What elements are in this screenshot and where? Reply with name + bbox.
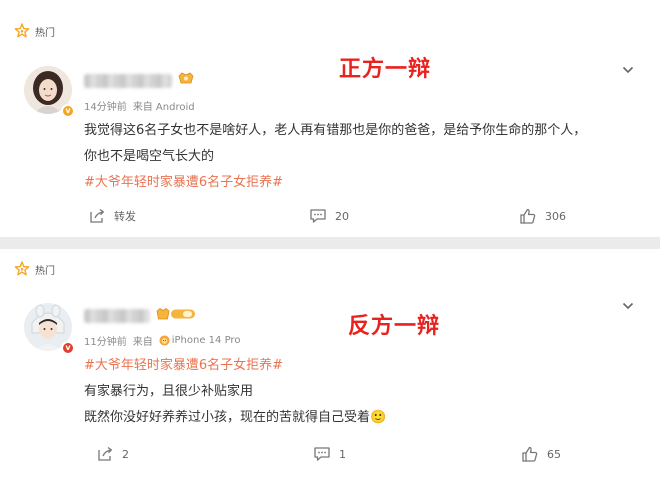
hot-label: 热门 [35,27,55,39]
comment-count: 1 [339,447,346,461]
share-icon [90,208,105,223]
verified-badge-icon: v [61,104,75,118]
thumbs-up-icon [520,208,536,224]
vip-level-badge-icon [156,307,196,321]
like-button[interactable]: 306 [519,207,566,225]
hot-label: 热门 [35,265,55,277]
hot-label-row: 热门 [14,23,55,39]
post-time: 14分钟前 [84,102,127,113]
comment-count: 20 [335,209,349,223]
comment-text-line: 我觉得这6名子女也不是啥好人，老人再有错那也是你的爸爸，是给予你生命的那个人， [84,123,587,138]
annotation-label: 正方一辩 [339,57,432,82]
comment-card: 热门 v 11分钟前 来自 iPhone 14 Pro 反方一辩 #大爷年轻时家… [0,249,660,481]
verified-badge-icon: v [61,341,75,355]
post-meta: 11分钟前 来自 iPhone 14 Pro [84,333,240,348]
action-bar: 2 1 65 [0,445,660,465]
post-meta: 14分钟前 来自 Android [84,98,195,113]
comment-text-line: 你也不是喝空气长大的 [84,149,215,164]
share-label: 转发 [114,210,136,223]
share-count: 2 [122,447,129,461]
share-button[interactable]: 转发 [88,207,136,225]
comment-text-line: 既然你没好好养养过小孩，现在的苦就得自己受着🙂 [84,410,387,425]
chevron-down-icon[interactable] [622,64,634,76]
post-device: iPhone 14 Pro [171,335,241,346]
hot-label-row: 热门 [14,261,55,277]
comment-feed: 热门 v 14分钟前 来自 Android 正方一辩 我觉得这6名子女也不是啥好… [0,0,660,481]
lion-face-icon [159,335,170,346]
comment-card: 热门 v 14分钟前 来自 Android 正方一辩 我觉得这6名子女也不是啥好… [0,0,660,237]
comment-text-line: 有家暴行为，且很少补贴家用 [84,384,254,399]
thumb-star-icon [14,23,30,39]
thumb-star-icon [14,261,30,277]
username-blurred[interactable] [84,74,172,88]
comment-button[interactable]: 1 [313,445,346,463]
post-source: 来自 Android [132,102,195,113]
username-blurred[interactable] [84,309,150,323]
hashtag-link[interactable]: #大爷年轻时家暴遭6名子女拒养# [84,354,283,373]
share-button[interactable]: 2 [96,445,129,463]
action-bar: 转发 20 306 [0,207,660,227]
post-source: 来自 [132,337,153,348]
hashtag-link[interactable]: #大爷年轻时家暴遭6名子女拒养# [84,171,283,190]
chevron-down-icon[interactable] [622,300,634,312]
like-count: 65 [547,447,561,461]
share-icon [98,446,113,461]
like-button[interactable]: 65 [521,445,561,463]
thumbs-up-icon [522,446,538,462]
annotation-label: 反方一辩 [348,314,441,339]
comment-icon [314,447,330,461]
post-time: 11分钟前 [84,337,127,348]
like-count: 306 [545,209,566,223]
comment-button[interactable]: 20 [309,207,349,225]
comment-icon [310,209,326,223]
fan-level-badge-icon [178,71,194,85]
